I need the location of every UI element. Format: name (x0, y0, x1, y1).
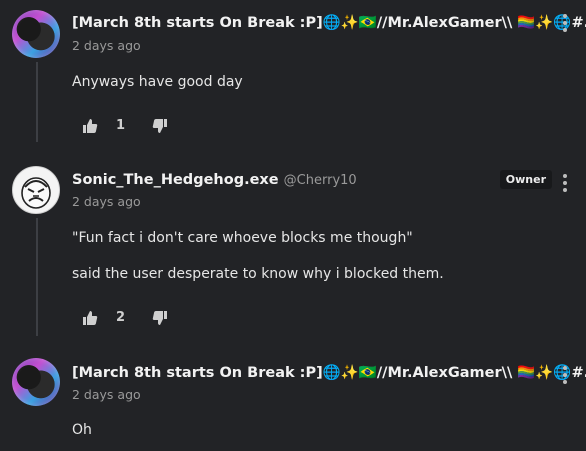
comment-text: Anyways have good day (72, 74, 243, 90)
sonic-face-icon (21, 177, 51, 209)
username[interactable]: [March 8th starts On Break :P]🌐✨🇧🇷//Mr.A… (72, 14, 586, 31)
timestamp: 2 days ago (72, 387, 141, 402)
more-vertical-icon[interactable] (562, 14, 568, 32)
comment-text: said the user desperate to know why i bl… (72, 266, 444, 282)
timestamp: 2 days ago (72, 38, 141, 53)
more-vertical-icon[interactable] (562, 174, 568, 192)
comment-text: "Fun fact i don't care whoeve blocks me … (72, 230, 413, 246)
like-count: 2 (116, 310, 126, 325)
timestamp: 2 days ago (72, 194, 141, 209)
thumbs-up-icon[interactable] (82, 310, 98, 326)
avatar[interactable] (12, 358, 60, 406)
thumbs-up-icon[interactable] (82, 118, 98, 134)
avatar[interactable] (12, 10, 60, 58)
user-handle[interactable]: @Cherry10 (284, 173, 357, 188)
username[interactable]: Sonic_The_Hedgehog.exe @Cherry10 (72, 172, 357, 188)
like-count: 1 (116, 118, 126, 133)
username[interactable]: [March 8th starts On Break :P]🌐✨🇧🇷//Mr.A… (72, 364, 586, 381)
more-vertical-icon[interactable] (562, 366, 568, 384)
thumbs-down-icon[interactable] (152, 118, 168, 134)
comment: [March 8th starts On Break :P]🌐✨🇧🇷//Mr.A… (0, 352, 586, 451)
comment-actions: 1 (82, 118, 202, 138)
thumbs-down-icon[interactable] (152, 310, 168, 326)
comment-text: Oh (72, 422, 92, 438)
avatar[interactable] (12, 166, 60, 214)
comment: [March 8th starts On Break :P]🌐✨🇧🇷//Mr.A… (0, 0, 586, 150)
owner-badge: Owner (499, 170, 552, 189)
comment: Sonic_The_Hedgehog.exe @Cherry10 Owner 2… (0, 160, 586, 340)
username-text[interactable]: Sonic_The_Hedgehog.exe (72, 172, 279, 188)
comment-actions: 2 (82, 310, 202, 330)
